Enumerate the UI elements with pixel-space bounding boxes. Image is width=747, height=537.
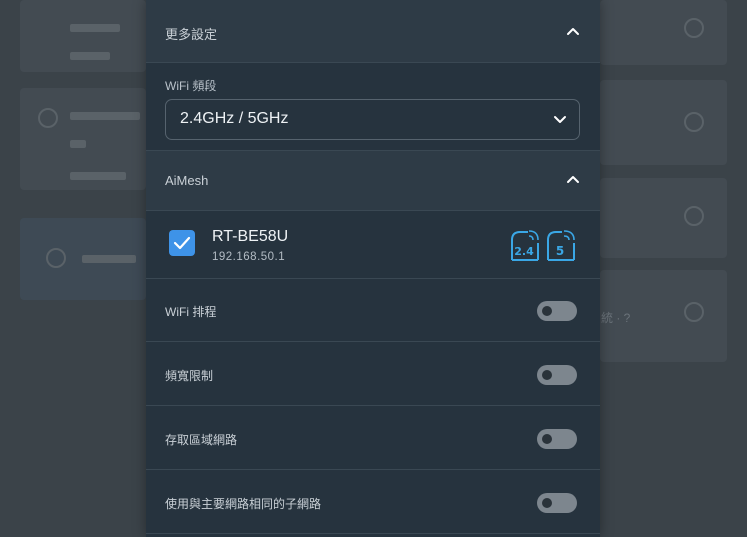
toggle-row-wifi-schedule: WiFi 排程 — [146, 279, 600, 342]
bandwidth-limit-toggle[interactable] — [537, 365, 577, 385]
device-name: RT-BE58U — [212, 228, 289, 245]
toggle-label: 存取區域網路 — [165, 433, 238, 447]
toggle-row-same-subnet: 使用與主要網路相同的子網路 — [146, 471, 600, 534]
background-text — [82, 255, 136, 263]
checkmark-icon — [173, 236, 191, 250]
toggle-knob — [542, 434, 552, 444]
aimesh-header[interactable]: AiMesh — [146, 151, 600, 211]
background-icon — [684, 206, 704, 226]
toggle-label: 頻寬限制 — [165, 369, 214, 383]
band-5g-icon: 5 — [547, 230, 575, 261]
background-icon — [684, 302, 704, 322]
background-icon — [46, 248, 66, 268]
wifi-schedule-toggle[interactable] — [537, 301, 577, 321]
band-5g-label: 5 — [556, 244, 564, 258]
lan-access-toggle[interactable] — [537, 429, 577, 449]
chevron-down-icon — [554, 116, 566, 123]
toggle-label: WiFi 排程 — [165, 305, 217, 319]
more-settings-header[interactable]: 更多設定 — [146, 0, 600, 63]
wifi-band-label: WiFi 頻段 — [165, 79, 217, 93]
chevron-up-icon[interactable] — [566, 172, 580, 186]
same-subnet-toggle[interactable] — [537, 493, 577, 513]
toggle-row-bandwidth-limit: 頻寬限制 — [146, 343, 600, 406]
aimesh-device-row: RT-BE58U 192.168.50.1 2.4 5 — [146, 211, 600, 278]
background-icon — [684, 112, 704, 132]
band-2g-label: 2.4 — [514, 245, 534, 258]
band-2g-icon: 2.4 — [511, 230, 539, 261]
background-label: 統 · ? — [601, 311, 631, 325]
background-text — [70, 140, 86, 148]
background-text — [70, 172, 126, 180]
background-card — [600, 178, 727, 258]
background-icon — [38, 108, 58, 128]
background-text — [70, 112, 140, 120]
toggle-label: 使用與主要網路相同的子網路 — [165, 497, 322, 511]
background-card — [600, 0, 727, 65]
background-icon — [684, 18, 704, 38]
background-card — [20, 0, 146, 72]
toggle-knob — [542, 370, 552, 380]
background-card — [600, 80, 727, 165]
background-text — [70, 52, 110, 60]
device-ip: 192.168.50.1 — [212, 251, 286, 263]
device-checkbox[interactable] — [169, 230, 195, 256]
aimesh-title: AiMesh — [165, 173, 209, 188]
wifi-band-select[interactable]: 2.4GHz / 5GHz — [165, 99, 580, 140]
wifi-band-value: 2.4GHz / 5GHz — [180, 110, 289, 127]
toggle-knob — [542, 306, 552, 316]
background-text — [70, 24, 120, 32]
more-settings-title: 更多設定 — [165, 27, 218, 42]
chevron-up-icon[interactable] — [566, 24, 580, 38]
toggle-row-lan-access: 存取區域網路 — [146, 407, 600, 470]
settings-panel: 更多設定 WiFi 頻段 2.4GHz / 5GHz AiMesh RT-BE5… — [146, 0, 600, 537]
toggle-knob — [542, 498, 552, 508]
